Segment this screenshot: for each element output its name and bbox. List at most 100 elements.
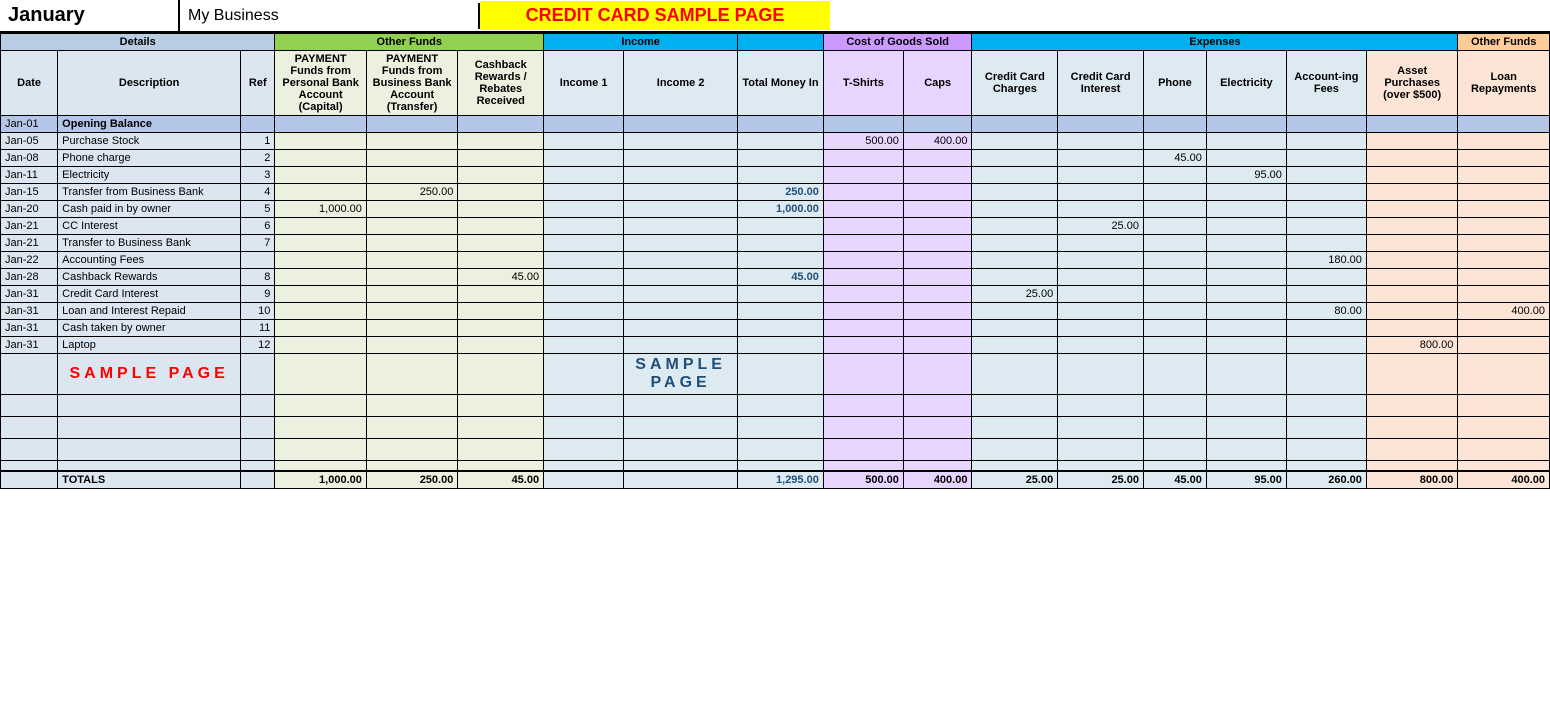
table-cell: 1,000.00 xyxy=(738,201,824,218)
col-electricity: Electricity xyxy=(1206,51,1286,116)
table-cell xyxy=(1366,303,1457,320)
month-label: January xyxy=(0,0,180,31)
table-cell xyxy=(1206,184,1286,201)
table-cell xyxy=(823,150,903,167)
table-cell: Accounting Fees xyxy=(58,252,241,269)
table-cell xyxy=(58,417,241,439)
table-cell xyxy=(1286,150,1366,167)
table-cell xyxy=(972,167,1058,184)
table-cell xyxy=(1458,218,1550,235)
section-details: Details xyxy=(1,34,275,51)
table-cell xyxy=(1458,201,1550,218)
table-cell xyxy=(275,218,366,235)
table-cell xyxy=(972,184,1058,201)
table-cell xyxy=(366,286,457,303)
table-row: Jan-28Cashback Rewards845.0045.00 xyxy=(1,269,1550,286)
table-row: Jan-21Transfer to Business Bank7 xyxy=(1,235,1550,252)
table-cell: 8 xyxy=(241,269,275,286)
table-row: Jan-31Laptop12800.00 xyxy=(1,337,1550,354)
col-income1: Income 1 xyxy=(544,51,624,116)
table-cell: 400.00 xyxy=(903,471,972,489)
table-cell xyxy=(544,167,624,184)
table-cell: 12 xyxy=(241,337,275,354)
col-asset-purchases: Asset Purchases (over $500) xyxy=(1366,51,1457,116)
table-cell xyxy=(241,417,275,439)
table-cell xyxy=(823,252,903,269)
table-row: Jan-21CC Interest625.00 xyxy=(1,218,1550,235)
table-cell xyxy=(1286,320,1366,337)
table-cell xyxy=(458,303,544,320)
table-cell: Jan-31 xyxy=(1,320,58,337)
table-cell xyxy=(903,235,972,252)
table-cell xyxy=(1,354,58,395)
table-cell xyxy=(624,471,738,489)
table-cell xyxy=(738,439,824,461)
table-cell xyxy=(1458,439,1550,461)
table-cell xyxy=(1366,133,1457,150)
table-cell xyxy=(275,354,366,395)
table-cell xyxy=(458,320,544,337)
table-cell xyxy=(1458,184,1550,201)
table-cell xyxy=(544,337,624,354)
table-cell xyxy=(366,167,457,184)
table-cell xyxy=(1458,337,1550,354)
table-cell: 250.00 xyxy=(738,184,824,201)
table-cell xyxy=(1206,235,1286,252)
table-cell: 9 xyxy=(241,286,275,303)
table-row: Jan-20Cash paid in by owner51,000.001,00… xyxy=(1,201,1550,218)
table-cell xyxy=(1143,461,1206,471)
table-cell xyxy=(903,395,972,417)
table-cell: Jan-31 xyxy=(1,337,58,354)
table-cell xyxy=(738,303,824,320)
table-cell: Jan-01 xyxy=(1,116,58,133)
table-cell xyxy=(544,286,624,303)
table-cell: Cashback Rewards xyxy=(58,269,241,286)
table-cell xyxy=(903,320,972,337)
table-cell xyxy=(275,286,366,303)
table-cell xyxy=(1286,354,1366,395)
table-cell xyxy=(544,133,624,150)
table-cell xyxy=(1286,269,1366,286)
table-cell: 800.00 xyxy=(1366,337,1457,354)
table-cell xyxy=(1143,269,1206,286)
table-cell xyxy=(624,320,738,337)
table-cell xyxy=(544,439,624,461)
col-loan-repayments: Loan Repayments xyxy=(1458,51,1550,116)
table-cell xyxy=(1286,286,1366,303)
section-income: Income xyxy=(544,34,738,51)
table-cell: 1,000.00 xyxy=(275,201,366,218)
table-cell xyxy=(275,439,366,461)
table-cell xyxy=(624,133,738,150)
business-label: My Business xyxy=(180,3,480,29)
table-cell xyxy=(738,354,824,395)
table-cell xyxy=(1458,252,1550,269)
table-cell xyxy=(624,167,738,184)
table-cell xyxy=(1143,235,1206,252)
table-cell xyxy=(1366,116,1457,133)
section-cogs: Cost of Goods Sold xyxy=(823,34,972,51)
table-cell xyxy=(544,150,624,167)
table-cell xyxy=(1366,269,1457,286)
table-cell xyxy=(972,337,1058,354)
table-cell xyxy=(624,269,738,286)
table-cell xyxy=(624,286,738,303)
table-cell: 45.00 xyxy=(738,269,824,286)
table-cell xyxy=(544,354,624,395)
table-cell: Cash taken by owner xyxy=(58,320,241,337)
col-ref: Ref xyxy=(241,51,275,116)
table-cell xyxy=(738,167,824,184)
table-cell xyxy=(544,461,624,471)
main-table: Details Other Funds Income Cost of Goods… xyxy=(0,33,1550,489)
table-cell xyxy=(366,218,457,235)
table-cell xyxy=(458,252,544,269)
table-cell xyxy=(544,471,624,489)
table-cell xyxy=(903,337,972,354)
table-cell xyxy=(1206,252,1286,269)
table-cell: CC Interest xyxy=(58,218,241,235)
table-cell xyxy=(1366,395,1457,417)
table-cell xyxy=(1058,320,1144,337)
table-cell xyxy=(366,201,457,218)
table-cell xyxy=(1286,337,1366,354)
table-cell xyxy=(972,133,1058,150)
table-cell xyxy=(624,116,738,133)
